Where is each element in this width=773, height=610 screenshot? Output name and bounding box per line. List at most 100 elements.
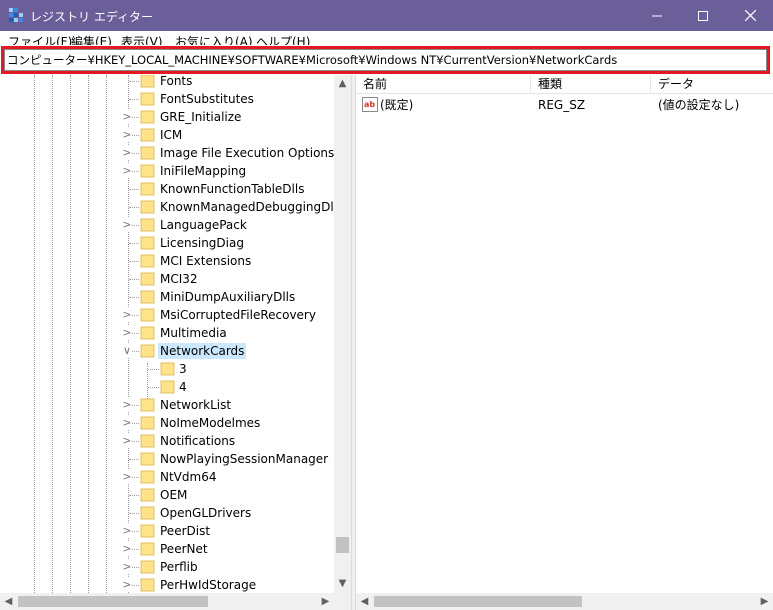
tree-item[interactable]: 4	[0, 378, 334, 396]
tree-horizontal-scrollbar[interactable]: ◀ ▶	[0, 593, 351, 610]
tree-item[interactable]: > NetworkList	[0, 396, 334, 414]
scroll-thumb[interactable]	[336, 537, 349, 553]
tree-item[interactable]: > NtVdm64	[0, 468, 334, 486]
value-name: (既定)	[380, 98, 414, 112]
tree-item[interactable]: > Image File Execution Options	[0, 144, 334, 162]
chevron-right-icon[interactable]: >	[122, 110, 132, 124]
tree-item[interactable]: MiniDumpAuxiliaryDlls	[0, 288, 334, 306]
tree-item[interactable]: LicensingDiag	[0, 234, 334, 252]
tree-item[interactable]: KnownManagedDebuggingDlls	[0, 198, 343, 216]
folder-icon	[160, 380, 175, 394]
tree-connector-line	[129, 459, 139, 460]
scroll-thumb[interactable]	[374, 596, 582, 607]
tree-item[interactable]: FontSubstitutes	[0, 90, 334, 108]
tree-item[interactable]: MCI32	[0, 270, 334, 288]
tree-connector-line	[129, 297, 139, 298]
column-header-name[interactable]: 名前	[356, 75, 531, 94]
folder-icon	[140, 398, 155, 412]
scroll-thumb[interactable]	[18, 596, 208, 607]
tree-connector-line	[129, 81, 139, 82]
address-input[interactable]: コンピューター¥HKEY_LOCAL_MACHINE¥SOFTWARE¥Micr…	[4, 49, 767, 71]
scroll-left-arrow-icon[interactable]: ◀	[356, 593, 373, 610]
scroll-left-arrow-icon[interactable]: ◀	[0, 593, 17, 610]
folder-icon	[160, 362, 175, 376]
tree-item-label: NowPlayingSessionManager	[160, 452, 329, 466]
tree-item-label: FontSubstitutes	[160, 92, 254, 106]
tree-connector-line	[129, 261, 139, 262]
folder-icon	[140, 344, 155, 358]
maximize-button[interactable]	[680, 0, 726, 31]
list-row[interactable]: ab (既定) REG_SZ (値の設定なし)	[356, 96, 773, 114]
folder-icon	[140, 326, 155, 340]
tree-item[interactable]: NowPlayingSessionManager	[0, 450, 334, 468]
tree-item-label: MCI32	[160, 272, 198, 286]
chevron-right-icon[interactable]: >	[122, 524, 132, 538]
scroll-up-arrow-icon[interactable]: ▲	[334, 75, 351, 92]
title-bar: レジストリ エディター	[0, 0, 773, 31]
chevron-right-icon[interactable]: >	[122, 470, 132, 484]
column-header-data[interactable]: データ	[651, 75, 773, 94]
tree-item-label: NtVdm64	[160, 470, 217, 484]
chevron-right-icon[interactable]: >	[122, 308, 132, 322]
scroll-right-arrow-icon[interactable]: ▶	[756, 593, 773, 610]
tree-item[interactable]: > LanguagePack	[0, 216, 334, 234]
scroll-right-arrow-icon[interactable]: ▶	[317, 593, 334, 610]
tree-connector-line	[148, 369, 159, 370]
tree-item-label: OpenGLDrivers	[160, 506, 252, 520]
chevron-right-icon[interactable]: >	[122, 146, 132, 160]
list-horizontal-scrollbar[interactable]: ◀ ▶	[356, 593, 773, 610]
tree-item[interactable]: > PeerDist	[0, 522, 334, 540]
tree-item[interactable]: > NoImeModelmes	[0, 414, 334, 432]
tree-item[interactable]: KnownFunctionTableDlls	[0, 180, 334, 198]
chevron-right-icon[interactable]: >	[122, 416, 132, 430]
chevron-right-icon[interactable]: >	[122, 164, 132, 178]
tree-connector-line	[129, 513, 139, 514]
folder-icon	[140, 218, 155, 232]
folder-icon	[140, 75, 155, 88]
tree-item[interactable]: > IniFileMapping	[0, 162, 334, 180]
chevron-right-icon[interactable]: >	[122, 326, 132, 340]
column-header-type[interactable]: 種類	[531, 75, 651, 94]
tree-item[interactable]: Fonts	[0, 75, 334, 90]
tree-item[interactable]: > Perflib	[0, 558, 334, 576]
tree-item[interactable]: > GRE_Initialize	[0, 108, 334, 126]
tree-item[interactable]: > Notifications	[0, 432, 334, 450]
tree-item[interactable]: > PeerNet	[0, 540, 334, 558]
chevron-right-icon[interactable]: >	[122, 434, 132, 448]
tree-item[interactable]: OEM	[0, 486, 334, 504]
chevron-right-icon[interactable]: >	[122, 578, 132, 592]
chevron-down-icon[interactable]: ∨	[122, 344, 132, 358]
close-icon	[744, 9, 756, 22]
chevron-right-icon[interactable]: >	[122, 398, 132, 412]
chevron-right-icon[interactable]: >	[122, 560, 132, 574]
tree-item[interactable]: > PerHwIdStorage	[0, 576, 334, 593]
tree-connector-line	[129, 495, 139, 496]
tree-item[interactable]: > Multimedia	[0, 324, 334, 342]
tree-item-label: LicensingDiag	[160, 236, 244, 250]
tree-item[interactable]: > ICM	[0, 126, 334, 144]
tree-item-label: 3	[179, 362, 187, 376]
tree-item-label: MiniDumpAuxiliaryDlls	[160, 290, 296, 304]
regedit-app-icon	[9, 8, 23, 22]
tree-item[interactable]: 3	[0, 360, 334, 378]
tree-item[interactable]: OpenGLDrivers	[0, 504, 334, 522]
tree-connector-line	[148, 387, 159, 388]
scroll-down-arrow-icon[interactable]: ▼	[334, 575, 351, 592]
reg-sz-icon: ab	[362, 97, 378, 112]
folder-icon	[140, 488, 155, 502]
tree-connector-line	[129, 279, 139, 280]
chevron-right-icon[interactable]: >	[122, 128, 132, 142]
tree-item[interactable]: ∨ NetworkCards	[0, 342, 334, 360]
folder-icon	[140, 434, 155, 448]
folder-icon	[140, 542, 155, 556]
folder-icon	[140, 272, 155, 286]
minimize-button[interactable]	[634, 0, 680, 31]
tree-vertical-scrollbar[interactable]: ▲ ▼	[334, 75, 351, 593]
chevron-right-icon[interactable]: >	[122, 542, 132, 556]
tree-item[interactable]: MCI Extensions	[0, 252, 334, 270]
folder-icon	[140, 524, 155, 538]
close-button[interactable]	[727, 0, 773, 31]
tree-item-label: LanguagePack	[160, 218, 247, 232]
chevron-right-icon[interactable]: >	[122, 218, 132, 232]
tree-item[interactable]: > MsiCorruptedFileRecovery	[0, 306, 334, 324]
